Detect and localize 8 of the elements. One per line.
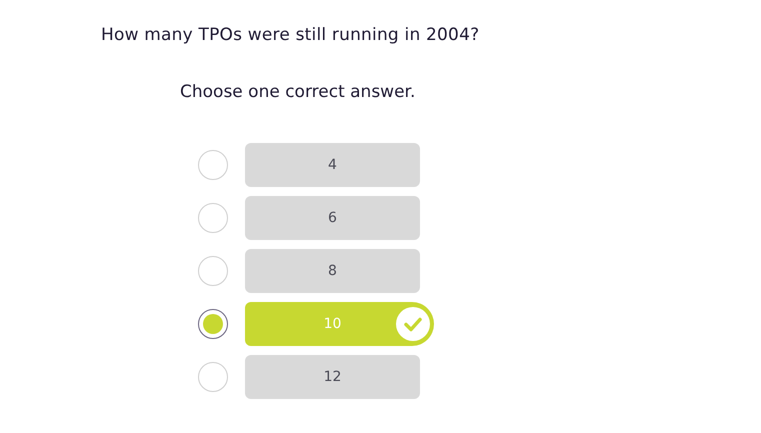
instruction-text: Choose one correct answer. — [180, 81, 416, 104]
check-icon — [396, 307, 430, 341]
answer-option[interactable]: 8 — [245, 249, 420, 293]
radio-button[interactable] — [198, 309, 228, 339]
answer-option[interactable]: 4 — [245, 143, 420, 187]
answer-option[interactable]: 12 — [245, 355, 420, 399]
question-text: How many TPOs were still running in 2004? — [101, 24, 480, 47]
answer-option[interactable]: 6 — [245, 196, 420, 240]
